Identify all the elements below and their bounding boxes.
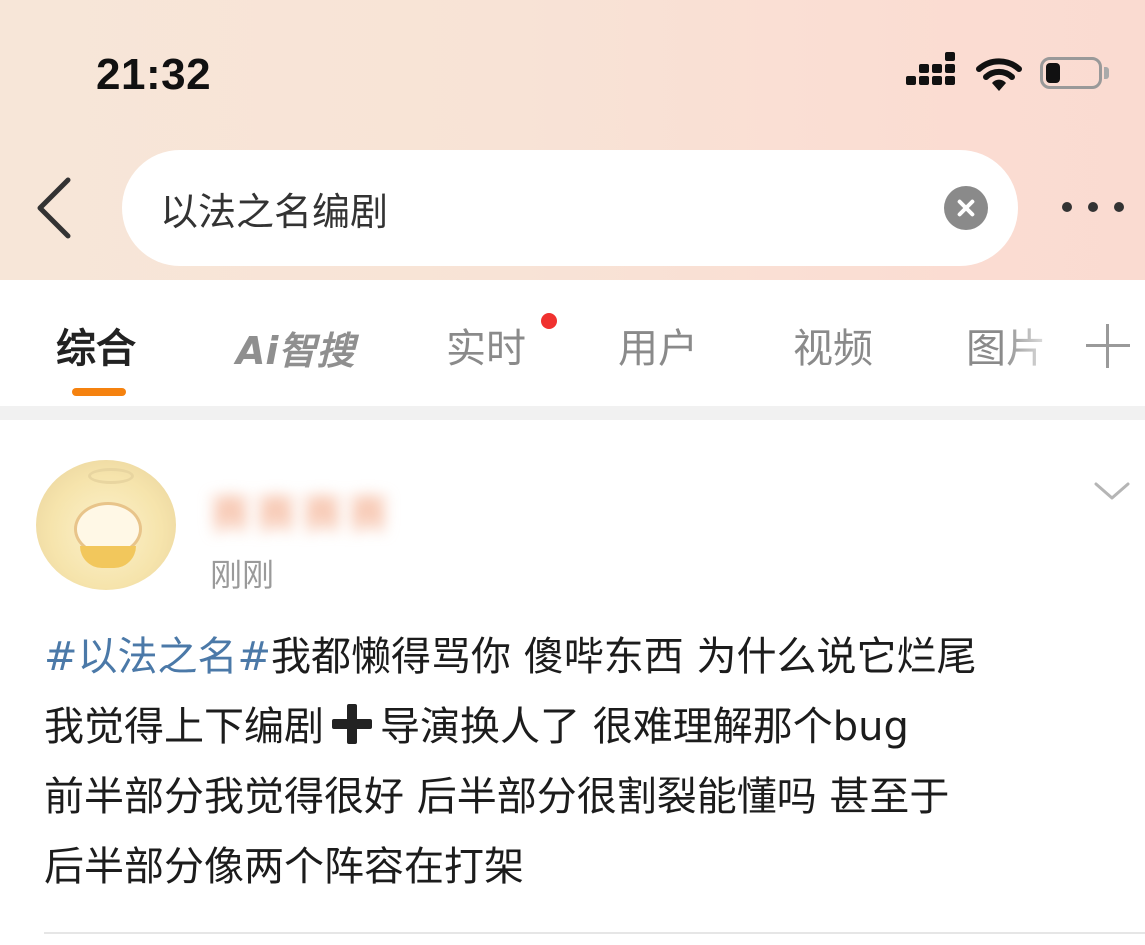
active-tab-indicator <box>72 388 126 396</box>
status-time: 21:32 <box>96 50 212 99</box>
section-divider <box>0 406 1145 420</box>
chevron-down-icon[interactable] <box>1092 476 1132 506</box>
clear-icon[interactable] <box>944 186 988 230</box>
post-text-line: 我都懒得骂你 傻哔东西 为什么说它烂尾 <box>271 634 977 680</box>
post-text-line: 导演换人了 很难理解那个bug <box>380 704 909 750</box>
tab-videos[interactable]: 视频 <box>793 316 873 374</box>
tab-users[interactable]: 用户 <box>618 316 698 374</box>
tab-ai-search[interactable]: Ai智搜 <box>236 320 354 375</box>
post-card[interactable]: 赛赛赛赛 刚刚 #以法之名#我都懒得骂你 傻哔东西 为什么说它烂尾我觉得上下编剧… <box>0 420 1145 945</box>
tab-bar: 综合 Ai智搜 实时 用户 视频 图片 <box>0 280 1145 406</box>
post-text-line: 我觉得上下编剧 <box>44 704 324 750</box>
hashtag-link[interactable]: #以法之名# <box>44 634 271 680</box>
avatar[interactable] <box>36 460 176 590</box>
notification-dot <box>541 313 557 329</box>
more-dots-icon[interactable] <box>1060 196 1126 218</box>
add-tab-icon[interactable] <box>1086 324 1130 368</box>
tab-fade-overlay <box>1000 280 1070 406</box>
tab-realtime[interactable]: 实时 <box>446 316 526 374</box>
battery-icon <box>1040 57 1110 91</box>
post-text-line: 前半部分我觉得很好 后半部分很割裂能懂吗 甚至于 <box>44 774 950 820</box>
post-timestamp: 刚刚 <box>210 556 275 594</box>
plus-emoji-icon <box>330 702 374 746</box>
search-box[interactable] <box>122 150 1018 266</box>
post-bottom-divider <box>44 932 1145 934</box>
back-arrow-icon[interactable] <box>30 176 80 240</box>
post-text-line: 后半部分像两个阵容在打架 <box>44 844 524 890</box>
wifi-icon <box>976 58 1022 91</box>
tab-comprehensive[interactable]: 综合 <box>56 316 136 374</box>
search-input[interactable] <box>160 180 920 236</box>
signal-icon <box>906 52 960 92</box>
post-text: #以法之名#我都懒得骂你 傻哔东西 为什么说它烂尾我觉得上下编剧 导演换人了 很难… <box>44 622 1134 902</box>
username[interactable]: 赛赛赛赛 <box>210 482 394 540</box>
